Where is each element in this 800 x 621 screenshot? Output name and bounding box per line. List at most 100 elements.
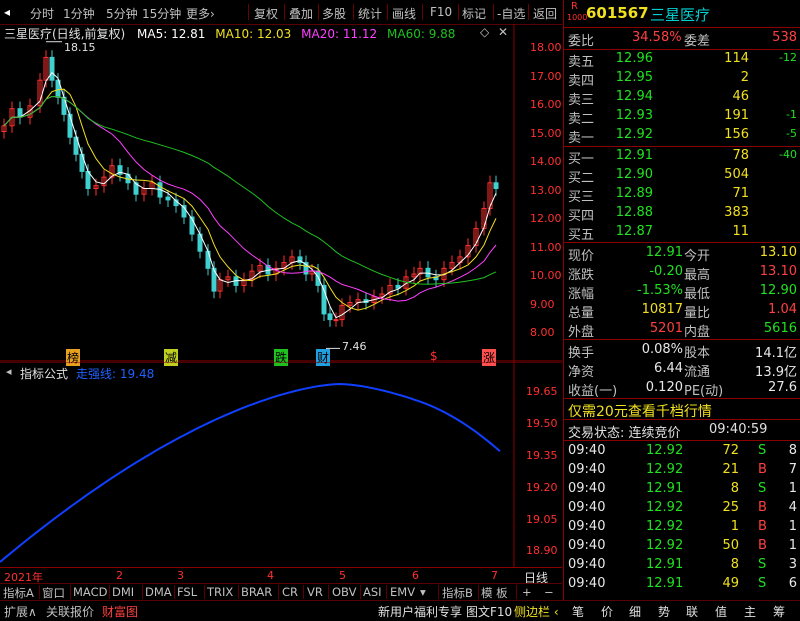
stat-value: 5616 <box>763 321 797 336</box>
expand-button[interactable]: 扩展∧ <box>4 603 37 620</box>
brar-tab[interactable]: BRAR <box>241 585 272 599</box>
emv-tab[interactable]: EMV <box>390 585 415 599</box>
ask-label: 卖五 <box>568 55 595 70</box>
indicator-b-tab[interactable]: 指标B <box>442 585 473 601</box>
tick-price: 12.91 <box>646 481 684 496</box>
dma-tab[interactable]: DMA <box>145 585 172 599</box>
stat-row: 净资 6.44 流通 13.9亿 <box>568 361 800 380</box>
stat-row: 收益(一) 0.120 PE(动) 27.6 <box>568 380 800 399</box>
cr-tab[interactable]: CR <box>282 585 298 599</box>
macd-tab[interactable]: MACD <box>73 585 107 599</box>
ask-price: 12.95 <box>615 70 653 85</box>
stat-row: 现价 12.91 今开 13.10 <box>568 245 800 264</box>
stat-label: PE(动) <box>684 384 724 399</box>
marker-dollar[interactable]: $ <box>430 349 438 363</box>
tab-value[interactable]: 值 <box>715 603 727 620</box>
tab-link[interactable]: 联 <box>686 603 698 620</box>
bid-price: 12.89 <box>615 186 653 201</box>
dropdown-icon[interactable]: ▾ <box>420 585 426 599</box>
statistics-button[interactable]: 统计 <box>358 5 382 22</box>
bid-row[interactable]: 买五 12.87 11 <box>568 224 800 243</box>
tick-side: B <box>758 462 767 477</box>
bid-row[interactable]: 买二 12.90 504 <box>568 167 800 186</box>
stat-value: 12.91 <box>645 245 683 260</box>
bid-row[interactable]: 买四 12.88 383 <box>568 205 800 224</box>
vr-tab[interactable]: VR <box>307 585 323 599</box>
stat-row: 外盘 5201 内盘 5616 <box>568 321 800 340</box>
indicator-a-tab[interactable]: 指标A <box>3 585 34 601</box>
more-menu[interactable]: 更多› <box>186 5 215 22</box>
obv-tab[interactable]: OBV <box>332 585 356 599</box>
kline-chart[interactable]: 三星医疗(日线,前复权) MA5: 12.81 MA10: 12.03 MA20… <box>0 24 562 366</box>
indicator-chart[interactable]: ◂ 指标公式 走强线: 19.48 19.65 19.50 19.35 19.2… <box>0 362 562 567</box>
stat-row: 涨跌 -0.20 最高 13.10 <box>568 264 800 283</box>
stat-label: 换手 <box>568 346 595 361</box>
tab-detail[interactable]: 细 <box>629 603 641 620</box>
bid-row[interactable]: 买三 12.89 71 <box>568 186 800 205</box>
tab-intraday[interactable]: 分时 <box>30 5 54 22</box>
y-tick: 9.00 <box>530 298 555 311</box>
multi-stock-button[interactable]: 多股 <box>322 5 346 22</box>
template-tab[interactable]: 模 板 <box>481 585 508 601</box>
ask-price: 12.93 <box>615 108 653 123</box>
trix-tab[interactable]: TRIX <box>207 585 233 599</box>
new-user-promo[interactable]: 新用户福利专享 <box>378 603 462 620</box>
collapse-icon[interactable]: ◂ <box>6 365 12 378</box>
related-quote-button[interactable]: 关联报价 <box>46 603 94 620</box>
tick-count: 6 <box>788 576 797 591</box>
tab-price[interactable]: 价 <box>601 603 613 620</box>
ask-label: 卖三 <box>568 93 595 108</box>
tab-main[interactable]: 主 <box>744 603 756 620</box>
ask-change: -1 <box>786 108 797 121</box>
zoom-in-button[interactable]: + <box>522 585 532 599</box>
tab-15min[interactable]: 15分钟 <box>142 5 181 22</box>
ask-row[interactable]: 卖五 12.96 114 -12 <box>568 51 800 70</box>
stat-label: 外盘 <box>568 325 595 340</box>
diamond-icon[interactable]: ◇ <box>480 25 489 39</box>
window-tab[interactable]: 窗口 <box>42 585 65 601</box>
remove-watchlist-button[interactable]: -自选 <box>497 5 525 22</box>
trade-status: 交易状态: 连续竞价 <box>568 426 681 441</box>
ask-row[interactable]: 卖四 12.95 2 <box>568 70 800 89</box>
tick-row: 09:40 12.91 49 S 6 <box>568 576 800 594</box>
dmi-tab[interactable]: DMI <box>112 585 134 599</box>
tick-count: 1 <box>788 481 797 496</box>
f10-graphic-button[interactable]: 图文F10 <box>466 603 512 620</box>
fuquan-button[interactable]: 复权 <box>254 5 278 22</box>
sidebar-toggle[interactable]: 侧边栏 ‹ <box>514 603 559 620</box>
wealth-chart-button[interactable]: 财富图 <box>102 603 138 620</box>
tick-volume: 50 <box>722 538 739 553</box>
tab-trend[interactable]: 势 <box>658 603 670 620</box>
stat-value: -1.53% <box>637 283 683 298</box>
close-icon[interactable]: ✕ <box>498 25 508 39</box>
fsl-tab[interactable]: FSL <box>177 585 197 599</box>
left-arrow-icon[interactable]: ◂ <box>4 5 10 19</box>
tab-1min[interactable]: 1分钟 <box>63 5 95 22</box>
tick-side: S <box>758 481 767 496</box>
stat-label: 内盘 <box>684 325 711 340</box>
promo-link[interactable]: 仅需20元查看千档行情 <box>568 401 712 421</box>
f10-button[interactable]: F10 <box>430 5 452 19</box>
asi-tab[interactable]: ASI <box>363 585 382 599</box>
draw-line-button[interactable]: 画线 <box>392 5 416 22</box>
tick-count: 8 <box>788 443 797 458</box>
ask-volume: 46 <box>732 89 749 104</box>
bid-price: 12.91 <box>615 148 653 163</box>
overlay-button[interactable]: 叠加 <box>289 5 313 22</box>
tick-volume: 8 <box>730 557 739 572</box>
ask-row[interactable]: 卖一 12.92 156 -5 <box>568 127 800 146</box>
ask-row[interactable]: 卖二 12.93 191 -1 <box>568 108 800 127</box>
bid-label: 买五 <box>568 228 595 243</box>
tab-trades[interactable]: 笔 <box>572 603 584 620</box>
tab-5min[interactable]: 5分钟 <box>106 5 138 22</box>
mark-button[interactable]: 标记 <box>462 5 486 22</box>
ma-line <box>3 95 497 285</box>
tick-price: 12.92 <box>646 538 684 553</box>
zoom-out-button[interactable]: − <box>544 585 554 599</box>
tab-chips[interactable]: 筹 <box>773 603 785 620</box>
ask-row[interactable]: 卖三 12.94 46 <box>568 89 800 108</box>
stat-label: 涨幅 <box>568 287 595 302</box>
candle-body <box>333 319 339 322</box>
bid-row[interactable]: 买一 12.91 78 -40 <box>568 148 800 167</box>
back-button[interactable]: 返回 <box>533 5 557 22</box>
